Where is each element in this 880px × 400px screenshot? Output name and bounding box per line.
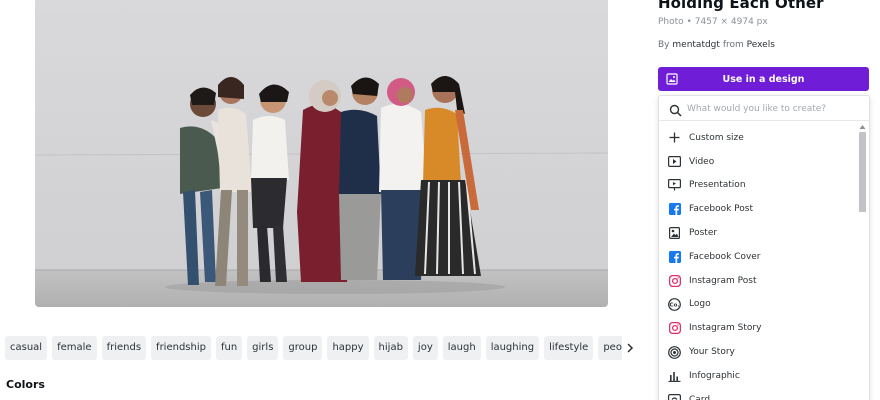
design-type-label: Facebook Cover <box>689 251 761 262</box>
instagram-icon <box>668 274 681 287</box>
dropdown-scrollbar[interactable] <box>858 122 867 400</box>
design-type-dropdown: Custom size Video Presentation Facebook Pos… <box>658 95 870 400</box>
tag-chip[interactable]: group <box>283 336 323 360</box>
facebook-icon <box>668 203 681 216</box>
tag-chip[interactable]: laugh <box>442 336 481 360</box>
design-type-item[interactable]: Facebook Post <box>659 197 857 221</box>
tag-chip[interactable]: girls <box>247 336 279 360</box>
design-type-item[interactable]: Custom size <box>659 126 857 150</box>
photo-type: Photo <box>658 17 684 27</box>
your-story-icon <box>668 345 681 359</box>
video-icon <box>668 155 681 168</box>
photo-dimensions: 7457 × 4974 px <box>694 17 768 27</box>
logo-co-icon: Co. <box>668 298 681 311</box>
tag-chip[interactable]: friends <box>101 336 147 360</box>
design-type-item[interactable]: Instagram Post <box>659 269 857 293</box>
tag-chip[interactable]: fun <box>215 336 243 360</box>
poster-icon <box>668 227 681 240</box>
design-type-item[interactable]: Infographic <box>659 364 857 388</box>
design-type-list: Custom size Video Presentation Facebook Pos… <box>659 126 857 400</box>
design-type-label: Your Story <box>689 347 735 358</box>
tag-chip[interactable]: lifestyle <box>544 336 594 360</box>
design-type-label: Video <box>689 156 715 167</box>
tags-scroll-right-button[interactable] <box>622 338 638 358</box>
photo-title: Holding Each Other <box>658 0 824 12</box>
design-type-item[interactable]: Video <box>659 150 857 174</box>
tag-chip[interactable]: laughing <box>485 336 540 360</box>
tag-chip[interactable]: hijab <box>373 336 408 360</box>
design-search-row <box>659 96 869 121</box>
author-link[interactable]: mentatdgt <box>672 40 720 50</box>
design-type-item[interactable]: Card <box>659 388 857 400</box>
design-type-item[interactable]: Co. Logo <box>659 293 857 317</box>
tag-chip[interactable]: female <box>52 336 97 360</box>
stock-photo[interactable] <box>35 0 608 307</box>
photo-meta: Photo • 7457 × 4974 px <box>658 17 768 27</box>
bar-chart-icon <box>668 369 681 382</box>
use-in-design-button[interactable]: Use in a design <box>658 67 869 91</box>
design-type-label: Instagram Post <box>689 275 757 286</box>
tag-chip[interactable]: happy <box>327 336 369 360</box>
tag-chip[interactable]: people <box>598 336 622 360</box>
design-type-label: Presentation <box>689 180 746 191</box>
design-type-label: Infographic <box>689 370 740 381</box>
design-type-label: Facebook Post <box>689 204 753 215</box>
card-icon <box>668 393 681 400</box>
colors-heading: Colors <box>6 378 45 391</box>
design-type-item[interactable]: Your Story <box>659 340 857 364</box>
tag-chip[interactable]: joy <box>412 336 438 360</box>
design-type-item[interactable]: Poster <box>659 221 857 245</box>
instagram-icon <box>668 322 681 335</box>
tag-chip[interactable]: friendship <box>151 336 211 360</box>
by-prefix: By <box>658 40 670 50</box>
design-type-label: Instagram Story <box>689 323 762 334</box>
scroll-up-arrow-icon[interactable] <box>859 124 866 130</box>
tag-list: casual female friends friendship fun girls gro… <box>5 336 622 360</box>
design-type-item[interactable]: Presentation <box>659 174 857 198</box>
design-type-label: Card <box>689 394 711 400</box>
design-type-label: Logo <box>689 299 711 310</box>
use-in-design-label: Use in a design <box>722 73 805 85</box>
facebook-icon <box>668 250 681 263</box>
svg-text:Co.: Co. <box>670 303 680 309</box>
chevron-right-icon <box>627 343 634 353</box>
scrollbar-thumb[interactable] <box>859 132 866 212</box>
image-icon <box>666 73 678 85</box>
presentation-icon <box>668 179 681 192</box>
photo-byline: By mentatdgt from Pexels <box>658 40 775 50</box>
design-type-item[interactable]: Instagram Story <box>659 316 857 340</box>
source-link[interactable]: Pexels <box>747 40 775 50</box>
design-type-item[interactable]: Facebook Cover <box>659 245 857 269</box>
design-search-input[interactable] <box>687 100 862 117</box>
design-type-label: Poster <box>689 228 718 239</box>
tag-chip[interactable]: casual <box>5 336 48 360</box>
design-type-label: Custom size <box>689 132 744 143</box>
plus-icon <box>668 131 681 144</box>
from-prefix: from <box>722 40 744 50</box>
search-icon <box>669 102 682 117</box>
